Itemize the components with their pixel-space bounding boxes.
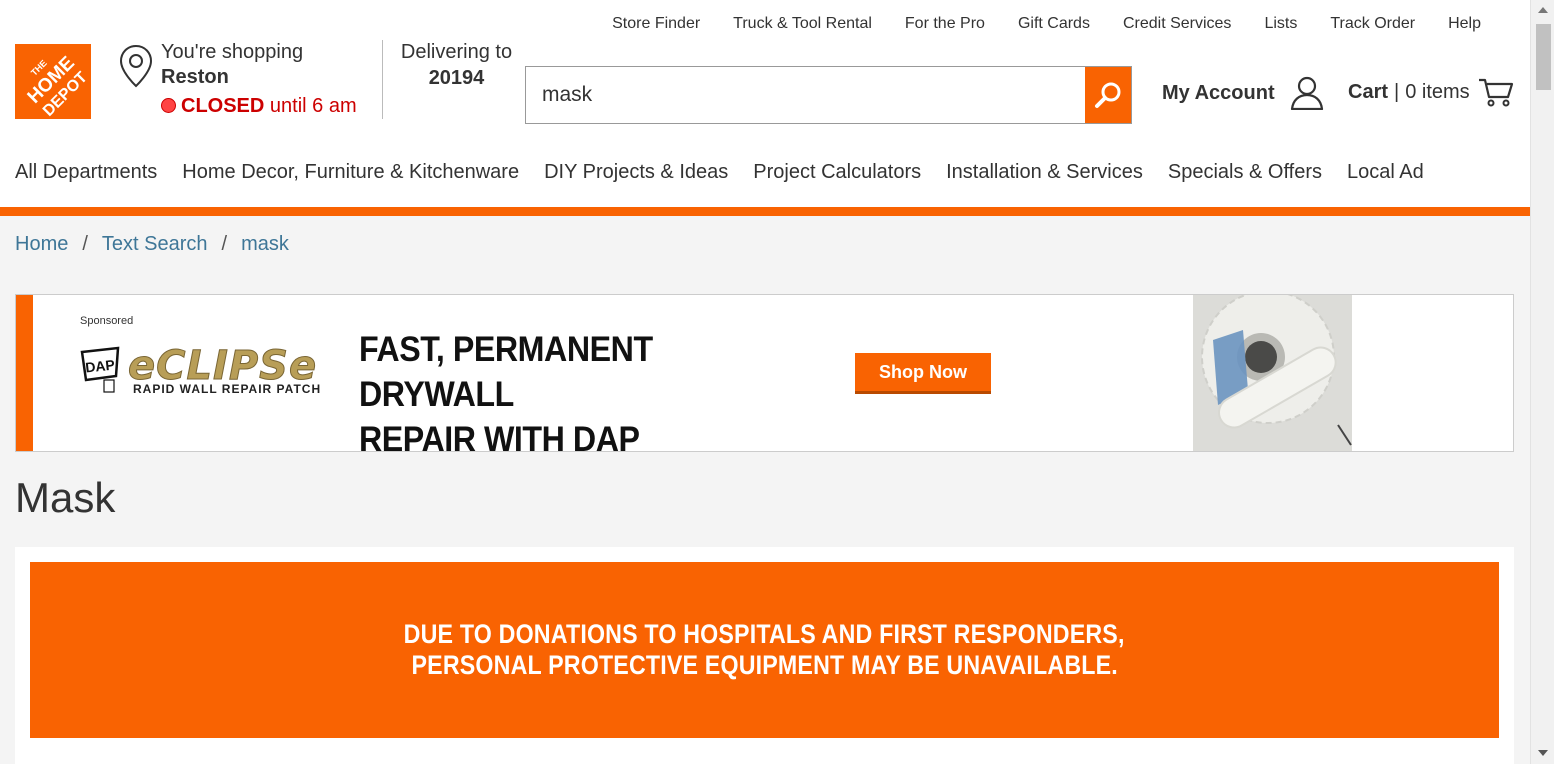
header-accent-bar (0, 207, 1530, 216)
banner-headline-line1: FAST, PERMANENT DRYWALL (359, 330, 653, 414)
util-link-gift-cards[interactable]: Gift Cards (1018, 15, 1090, 33)
page-scrollbar[interactable] (1530, 0, 1554, 764)
scroll-up-arrow-icon[interactable] (1538, 7, 1548, 13)
delivery-zip[interactable]: Delivering to 20194 (398, 41, 515, 90)
dap-eclipse-logo: DAP eCLIPSe RAPID WALL REPAIR PATCH (78, 346, 328, 398)
nav-home-decor[interactable]: Home Decor, Furniture & Kitchenware (182, 161, 519, 184)
my-account[interactable]: My Account (1162, 76, 1324, 110)
closed-status-icon (161, 98, 176, 113)
nav-all-departments[interactable]: All Departments (15, 161, 157, 184)
dap-logo-icon: DAP (80, 346, 120, 393)
nav-diy-projects[interactable]: DIY Projects & Ideas (544, 161, 728, 184)
breadcrumb-separator: / (221, 233, 228, 255)
store-label: You're shopping (161, 41, 304, 63)
shop-now-button[interactable]: Shop Now (855, 353, 991, 394)
user-icon (1290, 76, 1323, 110)
nav-installation-services[interactable]: Installation & Services (946, 161, 1143, 184)
home-depot-logo[interactable]: THE HOME DEPOT (15, 44, 91, 119)
drywall-patch-image (1193, 295, 1352, 451)
utility-nav: Store Finder Truck & Tool Rental For the… (579, 15, 1481, 33)
site-header: Store Finder Truck & Tool Rental For the… (0, 0, 1530, 216)
my-account-label: My Account (1162, 81, 1275, 104)
brand-subtitle: RAPID WALL REPAIR PATCH (133, 382, 322, 396)
util-link-for-the-pro[interactable]: For the Pro (905, 15, 985, 33)
notice-line1: DUE TO DONATIONS TO HOSPITALS AND FIRST … (404, 619, 1125, 649)
search-button[interactable] (1085, 67, 1131, 123)
dap-badge-text: DAP (84, 356, 115, 375)
util-link-help[interactable]: Help (1448, 15, 1481, 33)
main-nav: All Departments Home Decor, Furniture & … (15, 161, 1449, 184)
sponsored-banner[interactable]: Sponsored DAP eCLIPSe RAPID WALL REPAIR … (15, 294, 1514, 459)
scroll-down-arrow-icon[interactable] (1538, 750, 1548, 756)
breadcrumb-home[interactable]: Home (15, 233, 68, 255)
breadcrumb-separator: / (82, 233, 88, 255)
ppe-notice-banner: DUE TO DONATIONS TO HOSPITALS AND FIRST … (30, 562, 1499, 738)
notice-line2: PERSONAL PROTECTIVE EQUIPMENT MAY BE UNA… (411, 650, 1118, 680)
logo-icon: THE HOME DEPOT (15, 44, 91, 119)
location-pin-icon (119, 44, 153, 88)
delivery-label: Delivering to (400, 41, 513, 63)
util-link-lists[interactable]: Lists (1264, 15, 1297, 33)
breadcrumb-current[interactable]: mask (241, 233, 289, 255)
util-link-track-order[interactable]: Track Order (1330, 15, 1415, 33)
nav-local-ad[interactable]: Local Ad (1347, 161, 1424, 184)
util-link-credit-services[interactable]: Credit Services (1123, 15, 1231, 33)
nav-specials-offers[interactable]: Specials & Offers (1168, 161, 1322, 184)
store-status-detail: until 6 am (269, 95, 357, 117)
scroll-thumb[interactable] (1536, 24, 1551, 90)
search-input[interactable] (526, 67, 1084, 123)
breadcrumb-text-search[interactable]: Text Search (102, 233, 208, 255)
store-name: Reston (161, 66, 229, 88)
breadcrumb: Home / Text Search / mask (15, 233, 289, 256)
store-status-label: CLOSED (181, 95, 265, 117)
notice-card: DUE TO DONATIONS TO HOSPITALS AND FIRST … (15, 547, 1514, 764)
nav-project-calculators[interactable]: Project Calculators (753, 161, 921, 184)
cart-icon (1478, 78, 1513, 107)
cart-separator: | (1394, 80, 1400, 103)
search-bar (525, 66, 1132, 124)
eclipse-wordmark: eCLIPSe (127, 343, 318, 389)
banner-product-image (1193, 295, 1352, 451)
sponsored-label: Sponsored (80, 315, 134, 327)
cart[interactable]: Cart | 0 items (1348, 76, 1514, 108)
search-icon (1095, 82, 1121, 108)
util-link-truck-tool-rental[interactable]: Truck & Tool Rental (733, 15, 872, 33)
banner-headline: FAST, PERMANENT DRYWALL REPAIR WITH DAP (359, 327, 782, 462)
banner-headline-line2: REPAIR WITH DAP (359, 420, 640, 459)
cart-label: Cart (1348, 80, 1389, 103)
page-title: Mask (15, 474, 116, 521)
page: Store Finder Truck & Tool Rental For the… (0, 0, 1530, 764)
delivery-zip-code: 20194 (428, 67, 485, 89)
banner-stripe (16, 295, 33, 451)
header-divider (382, 40, 383, 119)
util-link-store-finder[interactable]: Store Finder (612, 15, 700, 33)
store-status: CLOSED until 6 am (161, 95, 357, 118)
cart-count: 0 items (1405, 80, 1470, 103)
